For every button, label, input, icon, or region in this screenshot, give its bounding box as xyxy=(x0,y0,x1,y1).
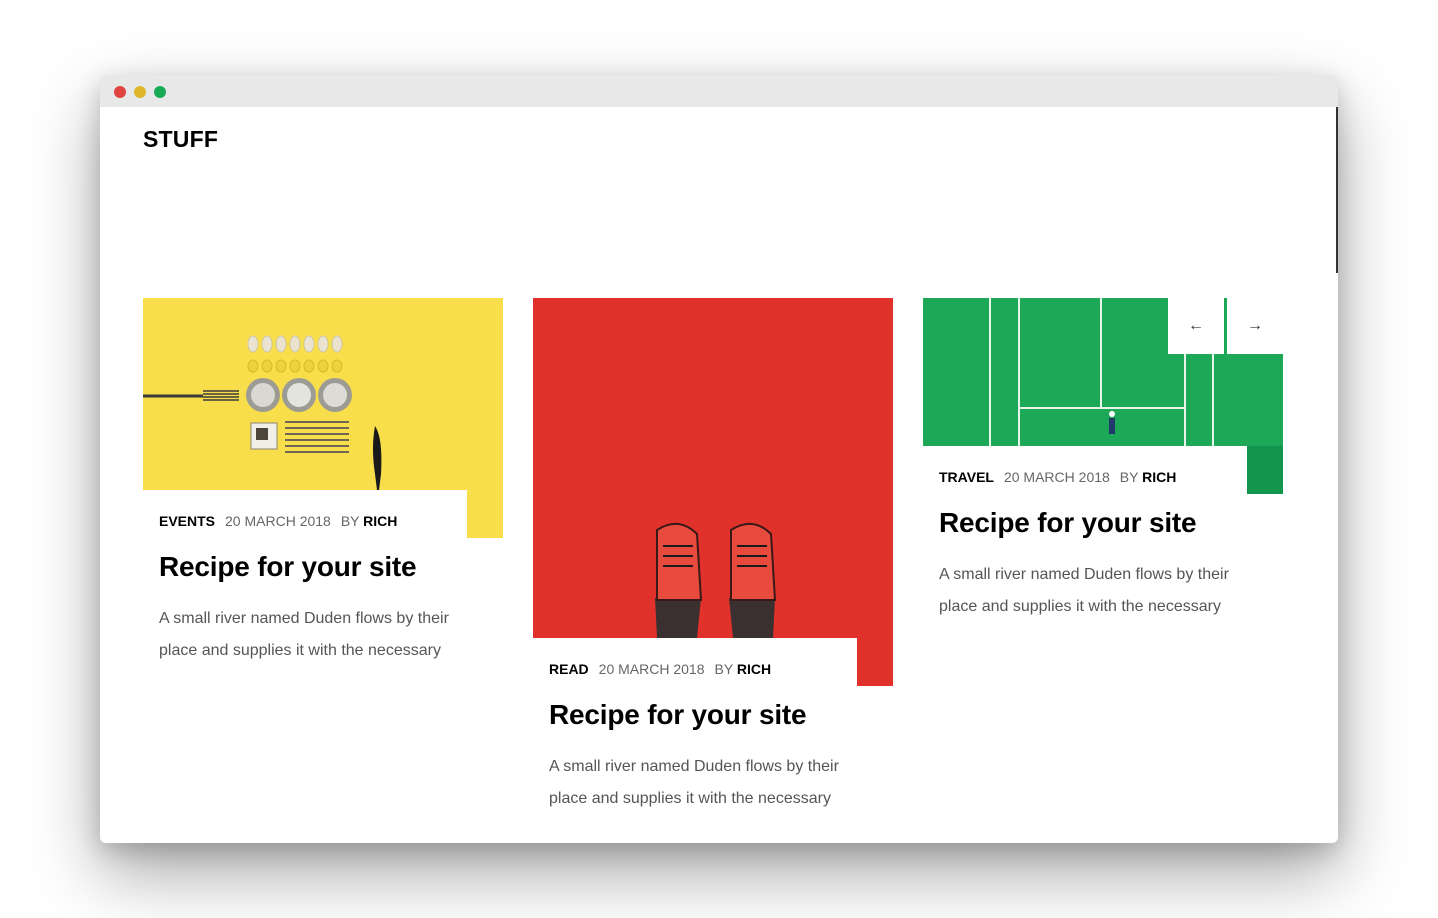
post-by-label: BY xyxy=(340,513,360,529)
scrollbar[interactable] xyxy=(1336,107,1338,273)
post-author[interactable]: RICH xyxy=(363,513,397,529)
sneakers-illustration xyxy=(533,298,893,686)
browser-window: STUFF EVENTS 20 MARCH 2018 BY RICH Recip… xyxy=(100,75,1338,843)
maximize-window-button[interactable] xyxy=(154,86,166,98)
post-excerpt: A small river named Duden flows by their… xyxy=(549,758,839,807)
post-meta: READ 20 MARCH 2018 BY RICH xyxy=(549,661,771,677)
window-titlebar xyxy=(100,75,1338,107)
post-category[interactable]: EVENTS xyxy=(159,513,215,529)
post-title[interactable]: Recipe for your site xyxy=(159,551,417,583)
arrow-right-icon: → xyxy=(1247,317,1263,334)
post-meta: EVENTS 20 MARCH 2018 BY RICH xyxy=(159,513,397,529)
post-author[interactable]: RICH xyxy=(1142,469,1176,485)
post-date: 20 MARCH 2018 xyxy=(225,513,331,529)
close-window-button[interactable] xyxy=(114,86,126,98)
slider-next-button[interactable]: → xyxy=(1227,298,1283,354)
slider-prev-button[interactable]: ← xyxy=(1168,298,1224,354)
post-meta: TRAVEL 20 MARCH 2018 BY RICH xyxy=(939,469,1176,485)
post-category[interactable]: READ xyxy=(549,661,589,677)
post-author[interactable]: RICH xyxy=(737,661,771,677)
post-date: 20 MARCH 2018 xyxy=(1003,469,1110,485)
post-excerpt: A small river named Duden flows by their… xyxy=(159,610,449,659)
post-by-label: BY xyxy=(714,661,733,677)
post-image-sneakers[interactable] xyxy=(533,298,893,686)
post-by-label: BY xyxy=(1119,469,1139,485)
post-date: 20 MARCH 2018 xyxy=(598,661,705,677)
arrow-left-icon: ← xyxy=(1188,317,1204,334)
post-title[interactable]: Recipe for your site xyxy=(549,699,807,731)
stage: STUFF EVENTS 20 MARCH 2018 BY RICH Recip… xyxy=(0,0,1438,918)
post-excerpt: A small river named Duden flows by their… xyxy=(939,566,1229,615)
site-logo[interactable]: STUFF xyxy=(143,126,218,153)
post-category[interactable]: TRAVEL xyxy=(939,469,994,485)
minimize-window-button[interactable] xyxy=(134,86,146,98)
post-title[interactable]: Recipe for your site xyxy=(939,507,1197,539)
